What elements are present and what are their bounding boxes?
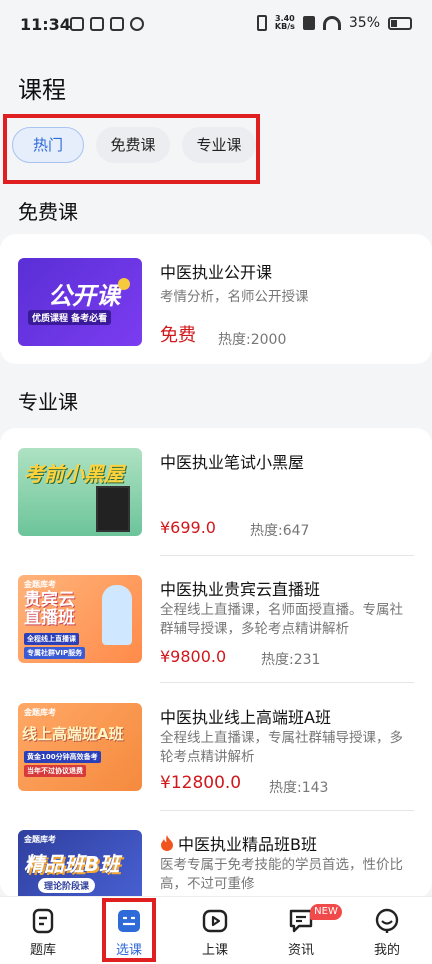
battery-percent: 35% [348, 15, 380, 31]
divider [160, 555, 414, 556]
section-title-pro: 专业课 [18, 390, 78, 414]
wifi-icon [322, 16, 341, 30]
pro-course-card: 考前小黑屋 中医执业笔试小黑屋 ¥699.0 热度:647 金题库考 贵宾云直播… [0, 428, 432, 898]
vibrate-icon [256, 15, 267, 31]
nav-label: 我的 [373, 943, 400, 958]
nav-label: 上课 [201, 943, 228, 958]
course-item[interactable]: 考前小黑屋 中医执业笔试小黑屋 ¥699.0 热度:647 [18, 448, 414, 558]
notification-icons [70, 17, 144, 31]
thumbnail-subtitle-2: 专属社群VIP服务 [24, 647, 86, 659]
status-bar: 11:34 3.40 KB/s 35% [0, 0, 432, 52]
nav-item-profile[interactable]: 我的 [344, 897, 430, 964]
course-heat: 热度:231 [261, 652, 321, 668]
tab-free[interactable]: 免费课 [96, 127, 170, 163]
profile-icon [375, 908, 399, 933]
course-title: 中医执业线上高端班A班 [160, 708, 331, 727]
course-item[interactable]: 公开课 优质课程 备考必看 中医执业公开课 考情分析，名师公开授课 免费 热度:… [18, 258, 414, 368]
course-heat: 热度:143 [269, 780, 329, 796]
thumbnail-title: 考前小黑屋 [24, 462, 124, 486]
page-title: 课程 [18, 76, 66, 104]
course-heat: 热度:2000 [218, 332, 287, 348]
free-course-card: 公开课 优质课程 备考必看 中医执业公开课 考情分析，名师公开授课 免费 热度:… [0, 234, 432, 364]
course-thumbnail: 公开课 优质课程 备考必看 [18, 258, 142, 346]
battery-icon [388, 16, 412, 30]
play-icon [202, 909, 228, 933]
bottom-nav: 题库 选课 上课 资讯 我的 [0, 896, 432, 964]
decor-icon [118, 278, 130, 290]
nav-label: 题库 [29, 943, 56, 958]
course-desc: 医考专属于免考技能的学员首选，性价比高，不过可重修 [160, 857, 403, 892]
tab-hot[interactable]: 热门 [12, 127, 84, 163]
course-desc: 考情分析，名师公开授课 [160, 289, 309, 305]
thumbnail-subtitle: 黄金100分钟高效备考 [24, 751, 101, 763]
course-thumbnail: 金题库考 精品班B班 理论阶段课 [18, 830, 142, 896]
decor-door [96, 486, 130, 532]
decor-person [102, 585, 132, 645]
course-price: 免费 [160, 325, 196, 346]
course-thumbnail: 金题库考 贵宾云直播班 全程线上直播课 专属社群VIP服务 [18, 575, 142, 663]
wechat-notification-icon [130, 17, 144, 31]
course-item[interactable]: 金题库考 精品班B班 理论阶段课 中医执业精品班B班 医考专属于免考技能的学员首… [18, 830, 414, 896]
nav-highlight-box [102, 898, 156, 962]
course-title: 中医执业笔试小黑屋 [160, 453, 305, 472]
thumbnail-title: 公开课 [48, 282, 120, 310]
course-title-row: 中医执业精品班B班 [160, 831, 317, 855]
course-title: 中医执业公开课 [160, 263, 273, 282]
tiktok-notification-icon [90, 17, 104, 31]
thumbnail-brand: 金题库考 [24, 835, 56, 844]
course-item[interactable]: 金题库考 线上高端班A班 黄金100分钟高效备考 当年不过协议退费 中医执业线上… [18, 703, 414, 813]
thumbnail-title: 贵宾云直播班 [24, 590, 75, 628]
nav-label: 资讯 [287, 943, 314, 958]
course-title: 中医执业精品班B班 [178, 835, 317, 854]
course-price: ¥12800.0 [160, 773, 242, 793]
course-desc: 全程线上直播课，专属社群辅导授课，多轮考点精讲解析 [160, 730, 403, 765]
divider [160, 682, 414, 683]
thumbnail-title: 精品班B班 [24, 852, 120, 876]
system-icons: 3.40 KB/s 35% [256, 15, 412, 31]
thumbnail-subtitle: 理论阶段课 [38, 878, 96, 893]
course-title: 中医执业贵宾云直播班 [160, 580, 321, 599]
net-speed-unit: KB/s [274, 22, 295, 31]
course-thumbnail: 金题库考 线上高端班A班 黄金100分钟高效备考 当年不过协议退费 [18, 703, 142, 791]
nav-item-question-bank[interactable]: 题库 [0, 897, 86, 964]
mail-notification-icon [110, 17, 124, 31]
thumbnail-subtitle: 全程线上直播课 [24, 633, 79, 645]
sim-disabled-icon [302, 16, 315, 30]
course-heat: 热度:647 [250, 523, 310, 539]
thumbnail-title: 线上高端班A班 [22, 725, 124, 743]
thumbnail-brand: 金题库考 [24, 580, 56, 589]
status-time: 11:34 [20, 15, 71, 34]
course-desc: 全程线上直播课，名师面授直播。专属社群辅导授课，多轮考点精讲解析 [160, 602, 403, 637]
thumbnail-subtitle: 优质课程 备考必看 [28, 310, 112, 325]
question-bank-icon [32, 908, 54, 934]
new-badge: NEW [310, 904, 342, 920]
divider [160, 810, 414, 811]
thumbnail-brand: 金题库考 [24, 708, 56, 717]
nav-item-class[interactable]: 上课 [172, 897, 258, 964]
image-notification-icon [70, 17, 84, 31]
course-item[interactable]: 金题库考 贵宾云直播班 全程线上直播课 专属社群VIP服务 中医执业贵宾云直播班… [18, 575, 414, 685]
course-price: ¥699.0 [160, 518, 216, 537]
section-title-free: 免费课 [18, 200, 78, 224]
course-thumbnail: 考前小黑屋 [18, 448, 142, 536]
fire-icon [161, 835, 173, 851]
thumbnail-subtitle-2: 当年不过协议退费 [24, 765, 86, 777]
net-speed: 3.40 KB/s [275, 15, 295, 31]
tab-pro[interactable]: 专业课 [182, 127, 256, 163]
course-price: ¥9800.0 [160, 647, 227, 666]
